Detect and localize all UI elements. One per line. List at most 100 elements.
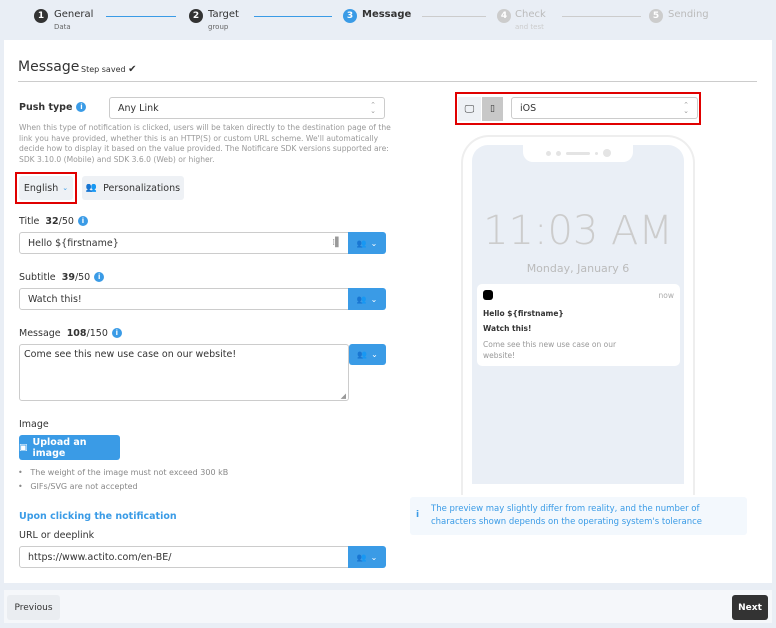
image-note: • The weight of the image must not excee… <box>18 468 229 477</box>
disclaimer-text: The preview may slightly differ from rea… <box>431 504 703 527</box>
title-input[interactable]: Hello ${firstname} ⁞▌ <box>19 232 349 254</box>
notification-subtitle: Watch this! <box>483 324 532 333</box>
previous-button[interactable]: Previous <box>7 595 60 620</box>
os-select[interactable]: iOS ⌃ ⌄ <box>511 97 698 119</box>
info-icon[interactable]: i <box>94 272 105 282</box>
message-count: 108 <box>66 328 87 339</box>
step-connector <box>106 16 176 17</box>
personalizations-label: Personalizations <box>103 182 181 194</box>
message-label: Message 108/150 i <box>19 328 122 339</box>
image-notes: • The weight of the image must not excee… <box>18 466 228 494</box>
upload-image-button[interactable]: ▣ Upload an image <box>19 435 120 460</box>
message-label-text: Message <box>19 328 61 339</box>
chevron-down-icon: ⌄ <box>371 350 378 359</box>
chevron-down-icon: ⌄ <box>370 294 378 304</box>
title-value: Hello ${firstname} <box>28 237 119 249</box>
upload-image-label: Upload an image <box>32 436 87 459</box>
step-2-sub: group <box>208 23 229 31</box>
message-textarea[interactable]: Come see this new use case on our websit… <box>19 344 349 401</box>
users-icon: 👥 <box>356 552 367 562</box>
lockscreen-time: 11:03 AM <box>483 208 673 254</box>
chevron-down-icon: ⌄ <box>370 238 378 248</box>
url-personalization-button[interactable]: 👥 ⌄ <box>348 546 386 568</box>
footer-bar <box>4 590 772 623</box>
emoji-picker-icon[interactable]: ⁞▌ <box>332 238 342 248</box>
step-3-label[interactable]: Message <box>362 9 411 20</box>
preview-disclaimer: i The preview may slightly differ from r… <box>410 497 747 535</box>
users-icon: 👥 <box>85 183 98 193</box>
title-label-text: Title <box>19 216 40 227</box>
title-label: Title 32/50 i <box>19 216 88 227</box>
language-dropdown[interactable]: English ⌄ <box>19 176 73 200</box>
step-1-number[interactable]: 1 <box>34 9 48 23</box>
push-type-label-text: Push type <box>19 102 73 113</box>
step-2-label[interactable]: Target <box>208 9 239 20</box>
info-icon[interactable]: i <box>77 216 88 226</box>
divider <box>18 81 757 82</box>
message-max: /150 <box>86 328 108 339</box>
phone-notch <box>523 144 633 162</box>
message-personalization-button[interactable]: 👥 ⌄ <box>349 344 386 365</box>
select-arrows-icon: ⌃ ⌄ <box>370 101 376 115</box>
push-type-help: When this type of notification is clicke… <box>19 123 391 164</box>
title-max: /50 <box>58 216 74 227</box>
step-connector <box>562 16 641 17</box>
image-icon: ▣ <box>19 442 28 453</box>
url-value: https://www.actito.com/en-BE/ <box>28 551 172 563</box>
subtitle-personalization-button[interactable]: 👥 ⌄ <box>348 288 386 310</box>
step-4-label: Check <box>515 9 546 20</box>
app-icon <box>483 290 493 300</box>
users-icon: 👥 <box>357 350 368 359</box>
check-icon: ✔ <box>128 64 137 75</box>
push-type-label: Push type i <box>19 102 87 113</box>
url-input[interactable]: https://www.actito.com/en-BE/ <box>19 546 349 568</box>
step-4-number: 4 <box>497 9 511 23</box>
subtitle-label: Subtitle 39/50 i <box>19 272 105 283</box>
os-value: iOS <box>520 102 537 114</box>
next-button[interactable]: Next <box>732 595 768 620</box>
step-4-sub: and test <box>515 23 544 31</box>
step-5-label: Sending <box>668 9 709 20</box>
subtitle-value: Watch this! <box>28 293 82 305</box>
desktop-preview-button[interactable]: 🖵 <box>458 97 481 121</box>
push-type-value: Any Link <box>118 102 159 114</box>
subtitle-label-text: Subtitle <box>19 272 56 283</box>
title-count: 32 <box>45 216 59 227</box>
language-label: English <box>23 182 59 194</box>
step-5-number: 5 <box>649 9 663 23</box>
notification-card: now Hello ${firstname} Watch this! Come … <box>477 284 680 366</box>
page-title: Message <box>18 59 80 75</box>
chevron-down-icon: ⌄ <box>62 184 69 192</box>
subtitle-input[interactable]: Watch this! <box>19 288 349 310</box>
image-note-text: The weight of the image must not exceed … <box>30 468 229 477</box>
notification-body: Come see this new use case on our websit… <box>483 340 617 360</box>
url-label: URL or deeplink <box>19 530 95 541</box>
title-personalization-button[interactable]: 👥 ⌄ <box>348 232 386 254</box>
step-2-number[interactable]: 2 <box>189 9 203 23</box>
push-type-select[interactable]: Any Link ⌃ ⌄ <box>109 97 385 119</box>
subtitle-count: 39 <box>61 272 75 283</box>
mobile-icon: ▯ <box>490 104 495 114</box>
lockscreen-date: Monday, January 6 <box>526 262 630 275</box>
step-1-label[interactable]: General <box>54 9 93 20</box>
info-icon[interactable]: i <box>111 328 122 338</box>
subtitle-max: /50 <box>74 272 91 283</box>
info-icon: i <box>416 510 420 520</box>
step-connector <box>422 16 486 17</box>
on-click-heading: Upon clicking the notification <box>19 511 177 522</box>
save-status-text: Step saved <box>81 65 126 74</box>
step-1-sub: Data <box>54 23 71 31</box>
users-icon: 👥 <box>356 238 367 248</box>
notification-title: Hello ${firstname} <box>483 309 564 318</box>
step-3-number[interactable]: 3 <box>343 9 357 23</box>
notification-time: now <box>658 291 674 300</box>
personalizations-button[interactable]: 👥 Personalizations <box>82 176 184 200</box>
info-icon[interactable]: i <box>76 102 87 112</box>
resize-handle-icon[interactable]: ◢ <box>341 392 346 400</box>
mobile-preview-button[interactable]: ▯ <box>482 97 503 121</box>
image-note-text: GIFs/SVG are not accepted <box>30 482 138 491</box>
users-icon: 👥 <box>356 294 367 304</box>
save-status: Step saved ✔ <box>81 64 137 75</box>
step-connector <box>254 16 332 17</box>
image-note: • GIFs/SVG are not accepted <box>18 482 138 491</box>
